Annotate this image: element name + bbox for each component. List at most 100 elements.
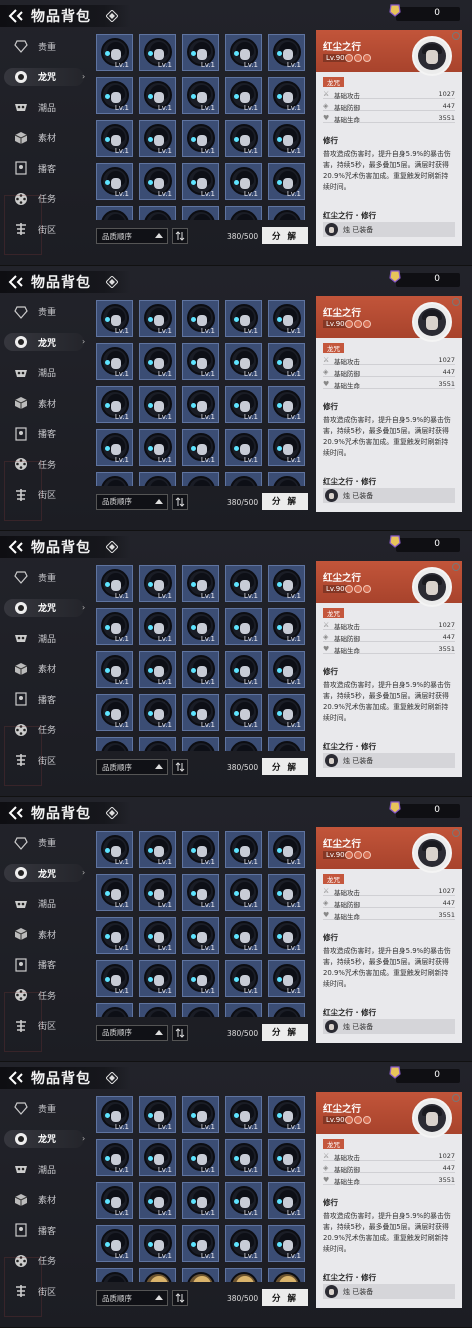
inventory-item-slot[interactable]: Lv.1: [96, 342, 133, 380]
inventory-item-slot[interactable]: Lv.1: [139, 959, 176, 997]
back-arrow-icon[interactable]: [6, 1069, 28, 1087]
sidebar-item[interactable]: 龙咒 ›: [0, 596, 90, 620]
inventory-item-slot[interactable]: Lv.1: [139, 916, 176, 954]
inventory-item-slot[interactable]: Lv.1: [139, 873, 176, 911]
inventory-item-slot[interactable]: Lv.1: [182, 342, 219, 380]
inventory-item-slot[interactable]: Lv.1: [139, 608, 176, 646]
inventory-item-slot[interactable]: Lv.1: [139, 428, 176, 466]
inventory-item-slot[interactable]: Lv.1: [96, 471, 133, 486]
inventory-item-slot[interactable]: Lv.1: [139, 342, 176, 380]
sidebar-item[interactable]: 龙咒 ›: [0, 1127, 90, 1151]
inventory-item-slot[interactable]: Lv.1: [225, 428, 262, 466]
inventory-item-slot[interactable]: Lv.1: [182, 1268, 219, 1283]
sidebar-item[interactable]: 潮品: [0, 1157, 90, 1181]
sidebar-item[interactable]: 素材: [0, 922, 90, 946]
sidebar-item[interactable]: 潮品: [0, 892, 90, 916]
lock-icon[interactable]: [452, 32, 460, 40]
equipped-by-row[interactable]: 烛 已装备: [323, 487, 455, 503]
inventory-item-slot[interactable]: Lv.1: [225, 1139, 262, 1177]
inventory-item-slot[interactable]: Lv.1: [96, 565, 133, 603]
sidebar-item[interactable]: 播客: [0, 687, 90, 711]
inventory-item-slot[interactable]: Lv.1: [182, 830, 219, 868]
sidebar-item[interactable]: 贵重: [0, 300, 90, 324]
sort-order-button[interactable]: [172, 493, 188, 510]
inventory-item-slot[interactable]: Lv.1: [268, 1002, 305, 1017]
inventory-item-slot[interactable]: Lv.1: [96, 77, 133, 114]
inventory-item-slot[interactable]: Lv.1: [182, 471, 219, 486]
inventory-item-slot[interactable]: Lv.1: [96, 694, 133, 732]
inventory-item-slot[interactable]: Lv.1: [268, 163, 305, 200]
inventory-item-slot[interactable]: Lv.1: [268, 385, 305, 423]
inventory-item-slot[interactable]: Lv.1: [96, 428, 133, 466]
sidebar-item[interactable]: 素材: [0, 391, 90, 415]
inventory-item-slot[interactable]: Lv.1: [139, 34, 176, 71]
decompose-button[interactable]: 分 解: [262, 227, 308, 244]
sort-dropdown[interactable]: 品质顺序: [96, 228, 168, 244]
inventory-item-slot[interactable]: Lv.1: [139, 77, 176, 114]
sidebar-item[interactable]: 潮品: [0, 361, 90, 385]
inventory-item-slot[interactable]: Lv.1: [268, 77, 305, 114]
sidebar-item[interactable]: 播客: [0, 1218, 90, 1242]
sidebar-item[interactable]: 贵重: [0, 565, 90, 589]
inventory-item-slot[interactable]: Lv.1: [96, 830, 133, 868]
inventory-item-slot[interactable]: Lv.1: [268, 916, 305, 954]
inventory-item-slot[interactable]: Lv.1: [139, 651, 176, 689]
inventory-item-slot[interactable]: Lv.1: [225, 206, 262, 220]
inventory-item-slot[interactable]: Lv.1: [96, 608, 133, 646]
inventory-item-slot[interactable]: Lv.1: [96, 1268, 133, 1283]
lock-icon[interactable]: [452, 828, 460, 837]
inventory-item-slot[interactable]: Lv.1: [268, 342, 305, 380]
inventory-item-slot[interactable]: Lv.1: [268, 1225, 305, 1263]
equipped-by-row[interactable]: 烛 已装备: [323, 222, 455, 237]
inventory-item-slot[interactable]: Lv.1: [139, 1225, 176, 1263]
inventory-item-slot[interactable]: Lv.1: [96, 1225, 133, 1263]
inventory-item-slot[interactable]: Lv.1: [139, 206, 176, 220]
equipped-by-row[interactable]: 烛 已装备: [323, 1018, 455, 1034]
inventory-item-slot[interactable]: Lv.1: [96, 1002, 133, 1017]
sidebar-item[interactable]: 贵重: [0, 34, 90, 58]
diamond-icon[interactable]: [104, 1070, 120, 1086]
inventory-item-slot[interactable]: Lv.1: [139, 299, 176, 337]
inventory-item-slot[interactable]: Lv.1: [225, 565, 262, 603]
inventory-item-slot[interactable]: Lv.1: [182, 299, 219, 337]
inventory-item-slot[interactable]: Lv.1: [182, 916, 219, 954]
inventory-item-slot[interactable]: Lv.1: [225, 34, 262, 71]
inventory-item-slot[interactable]: Lv.1: [139, 1182, 176, 1220]
inventory-item-slot[interactable]: Lv.1: [139, 1139, 176, 1177]
inventory-item-slot[interactable]: Lv.1: [268, 1268, 305, 1283]
back-arrow-icon[interactable]: [6, 804, 28, 822]
sidebar-item[interactable]: 潮品: [0, 626, 90, 650]
inventory-item-slot[interactable]: Lv.1: [268, 651, 305, 689]
inventory-item-slot[interactable]: Lv.1: [182, 694, 219, 732]
inventory-item-slot[interactable]: Lv.1: [182, 163, 219, 200]
inventory-item-slot[interactable]: Lv.1: [225, 299, 262, 337]
inventory-item-slot[interactable]: Lv.1: [268, 299, 305, 337]
sidebar-item[interactable]: 素材: [0, 1188, 90, 1212]
inventory-item-slot[interactable]: Lv.1: [139, 737, 176, 752]
inventory-item-slot[interactable]: Lv.1: [182, 120, 219, 157]
inventory-item-slot[interactable]: Lv.1: [225, 77, 262, 114]
diamond-icon[interactable]: [104, 274, 120, 290]
inventory-item-slot[interactable]: Lv.1: [268, 34, 305, 71]
inventory-item-slot[interactable]: Lv.1: [139, 565, 176, 603]
inventory-item-slot[interactable]: Lv.1: [182, 737, 219, 752]
sort-order-button[interactable]: [172, 1290, 188, 1307]
inventory-item-slot[interactable]: Lv.1: [96, 385, 133, 423]
inventory-item-slot[interactable]: Lv.1: [268, 565, 305, 603]
back-arrow-icon[interactable]: [6, 273, 28, 291]
decompose-button[interactable]: 分 解: [262, 1289, 308, 1307]
sidebar-item[interactable]: 龙咒 ›: [0, 861, 90, 885]
inventory-item-slot[interactable]: Lv.1: [225, 1182, 262, 1220]
inventory-item-slot[interactable]: Lv.1: [182, 565, 219, 603]
inventory-item-slot[interactable]: Lv.1: [225, 1225, 262, 1263]
inventory-item-slot[interactable]: Lv.1: [225, 873, 262, 911]
inventory-item-slot[interactable]: Lv.1: [96, 1096, 133, 1134]
diamond-icon[interactable]: [104, 805, 120, 821]
inventory-item-slot[interactable]: Lv.1: [182, 1182, 219, 1220]
inventory-item-slot[interactable]: Lv.1: [139, 830, 176, 868]
inventory-item-slot[interactable]: Lv.1: [182, 959, 219, 997]
inventory-item-slot[interactable]: Lv.1: [225, 342, 262, 380]
inventory-item-slot[interactable]: Lv.1: [268, 1182, 305, 1220]
inventory-item-slot[interactable]: Lv.1: [139, 120, 176, 157]
inventory-item-slot[interactable]: Lv.1: [96, 1182, 133, 1220]
